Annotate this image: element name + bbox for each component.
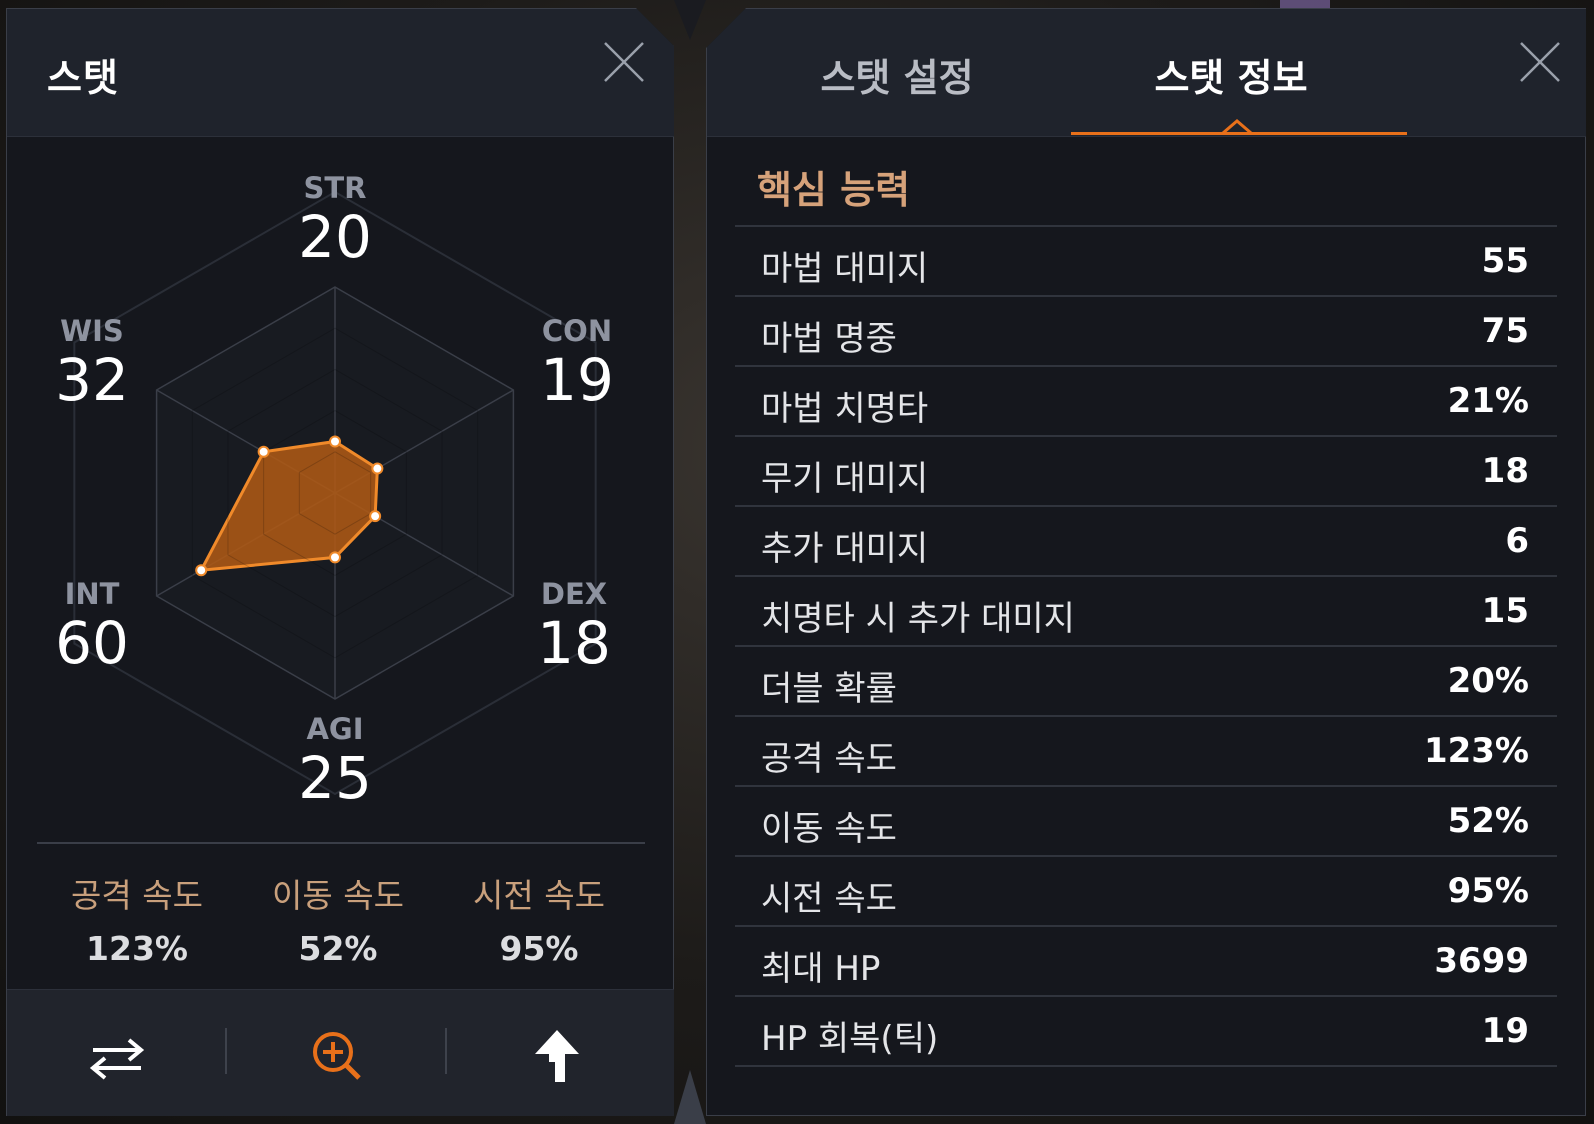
stat-value: 21% — [1447, 381, 1529, 421]
stat-row: 이동 속도 52% — [735, 787, 1557, 857]
tab-stat-info[interactable]: 스탯 정보 — [1061, 47, 1401, 102]
stat-list: 마법 대미지 55 마법 명중 75 마법 치명타 21% 무기 대미지 18 추가 대… — [735, 225, 1557, 1067]
stat-value: 20% — [1447, 661, 1529, 701]
move-speed-summary: 이동 속도 52% — [238, 869, 438, 968]
active-tab-caret-icon — [1222, 119, 1252, 134]
stat-row: 더블 확률 20% — [735, 647, 1557, 717]
stat-label-dex: DEX — [540, 577, 608, 611]
section-title: 핵심 능력 — [757, 168, 911, 212]
stat-value-con: 19 — [540, 346, 614, 414]
footer-separator — [445, 1028, 447, 1074]
stat-name: 시전 속도 — [761, 879, 897, 919]
panel-title: 스탯 — [47, 56, 119, 100]
stat-value: 52% — [1447, 801, 1529, 841]
speed-label: 공격 속도 — [71, 876, 203, 915]
stat-row: 시전 속도 95% — [735, 857, 1557, 927]
stat-name: 무기 대미지 — [761, 459, 929, 499]
attack-speed-summary: 공격 속도 123% — [37, 869, 237, 968]
radar-point-str — [329, 435, 341, 448]
stat-name: 추가 대미지 — [761, 529, 929, 569]
stat-label-int: INT — [64, 577, 120, 611]
tab-stat-settings[interactable]: 스탯 설정 — [727, 47, 1067, 102]
stat-value: 75 — [1481, 311, 1529, 351]
stat-info-panel: 스탯 설정 스탯 정보 핵심 능력 마법 대미지 55 마법 명중 75 마법 치명… — [706, 8, 1586, 1116]
stat-value: 18 — [1481, 451, 1529, 491]
stat-value: 6 — [1505, 521, 1529, 561]
stat-value-str: 20 — [298, 203, 372, 271]
stat-row: 최대 HP 3699 — [735, 927, 1557, 997]
stat-value: 95% — [1447, 871, 1529, 911]
stat-label-wis: WIS — [60, 314, 124, 348]
speed-value: 95% — [499, 929, 579, 968]
stat-row: 마법 치명타 21% — [735, 367, 1557, 437]
panel-joint-decoration — [674, 0, 706, 1124]
stat-panel-footer — [7, 989, 674, 1116]
stat-value: 55 — [1481, 241, 1529, 281]
stat-value-int: 60 — [55, 609, 129, 677]
zoom-in-icon[interactable] — [299, 1018, 379, 1098]
close-icon[interactable] — [1517, 39, 1563, 85]
stat-panel-header: 스탯 — [7, 9, 674, 137]
stat-name: 더블 확률 — [761, 669, 897, 709]
stat-row: 무기 대미지 18 — [735, 437, 1557, 507]
stat-label-str: STR — [303, 171, 367, 205]
cast-speed-summary: 시전 속도 95% — [439, 869, 639, 968]
speed-value: 123% — [86, 929, 188, 968]
stat-value: 19 — [1481, 1011, 1529, 1051]
stat-row: 마법 명중 75 — [735, 297, 1557, 367]
radar-point-agi — [329, 551, 341, 564]
stat-name: 공격 속도 — [761, 739, 897, 779]
stat-row: 추가 대미지 6 — [735, 507, 1557, 577]
speed-label: 시전 속도 — [473, 876, 605, 915]
stat-info-header: 스탯 설정 스탯 정보 — [707, 9, 1586, 137]
stat-row: 공격 속도 123% — [735, 717, 1557, 787]
stat-row: HP 회복(틱) 19 — [735, 997, 1557, 1067]
close-icon[interactable] — [601, 39, 647, 85]
stat-value: 123% — [1423, 731, 1529, 771]
stat-panel: 스탯 STR 20 CON 19 DEX 18 AGI 25 INT 60 WI… — [6, 8, 674, 1116]
stat-value: 3699 — [1434, 941, 1529, 981]
radar-point-dex — [369, 510, 382, 523]
stat-value-dex: 18 — [537, 609, 611, 677]
radar-point-int — [195, 564, 208, 577]
radar-point-wis — [257, 445, 270, 458]
stat-name: 마법 대미지 — [761, 249, 929, 289]
stat-name: 최대 HP — [761, 949, 881, 989]
speed-value: 52% — [298, 929, 378, 968]
stat-label-con: CON — [541, 314, 613, 348]
radar-point-con — [371, 462, 384, 475]
divider — [37, 842, 645, 844]
upload-arrow-icon[interactable] — [517, 1018, 597, 1098]
stat-row: 치명타 시 추가 대미지 15 — [735, 577, 1557, 647]
footer-separator — [225, 1028, 227, 1074]
stat-value-agi: 25 — [298, 744, 372, 812]
speed-label: 이동 속도 — [272, 876, 404, 915]
stat-name: 치명타 시 추가 대미지 — [761, 599, 1075, 639]
stat-name: 마법 치명타 — [761, 389, 929, 429]
stat-name: 마법 명중 — [761, 319, 897, 359]
stat-value: 15 — [1481, 591, 1529, 631]
stat-name: HP 회복(틱) — [761, 1019, 939, 1059]
stat-label-agi: AGI — [306, 712, 364, 746]
swap-icon[interactable] — [77, 1018, 157, 1098]
stat-row: 마법 대미지 55 — [735, 227, 1557, 297]
stat-name: 이동 속도 — [761, 809, 897, 849]
stat-value-wis: 32 — [55, 346, 129, 414]
